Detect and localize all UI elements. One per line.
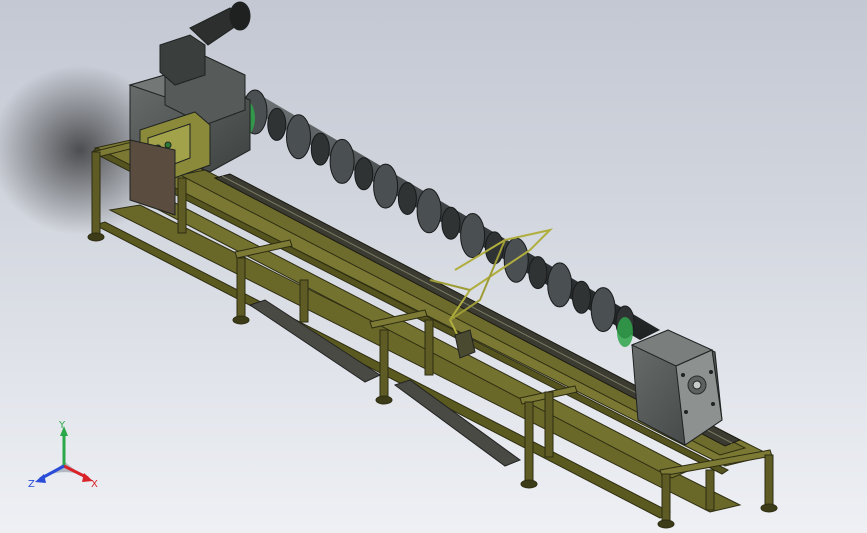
frame-leg-5 (379, 329, 389, 399)
foot-5 (657, 519, 675, 529)
crankshaft-web (286, 114, 311, 160)
crankshaft-web (329, 138, 355, 184)
crankshaft-web (310, 132, 330, 166)
crankshaft-web (547, 262, 573, 308)
frame-leg-9 (661, 473, 671, 523)
crankshaft-web (590, 287, 616, 333)
crankshaft-web (460, 213, 486, 258)
crankshaft-web (267, 107, 287, 141)
cad-graphics-viewport[interactable]: Y X Z (0, 0, 867, 533)
orientation-triad[interactable]: Y X Z (28, 420, 98, 490)
triad-y-label: Y (58, 420, 66, 431)
frame-leg-3 (236, 257, 246, 319)
triad-x-label: X (91, 479, 98, 490)
crankshaft-web (528, 256, 548, 290)
frame-leg-10 (764, 454, 774, 508)
frame-leg-6 (424, 319, 434, 376)
frame-leg-2 (177, 177, 187, 234)
cad-model-scene[interactable]: Y X Z (0, 0, 867, 533)
foot-1 (87, 232, 105, 242)
foot-2 (232, 315, 250, 325)
crankshaft-web (373, 163, 399, 209)
motor-end-cap (229, 1, 251, 31)
drive-motor (159, 34, 206, 86)
crankshaft-web (572, 280, 591, 314)
tailstock-bore-inner (692, 380, 702, 390)
crankshaft-web (354, 157, 374, 191)
foot-3 (375, 395, 393, 405)
crankshaft-web (441, 206, 461, 240)
foot-4 (520, 479, 538, 489)
panel-indicator-3[interactable] (164, 141, 172, 149)
tailstock-bolt-2 (709, 370, 713, 374)
frame-leg-4 (299, 279, 309, 323)
crankshaft-ring-right (617, 317, 633, 347)
tailstock-bolt-4 (711, 402, 715, 406)
foot-6 (760, 503, 778, 513)
crankshaft-web (416, 188, 442, 234)
frame-leg-7 (524, 401, 534, 485)
frame-leg-11 (705, 469, 715, 511)
tailstock-bolt-1 (681, 373, 685, 377)
frame-leg-8 (544, 391, 554, 458)
triad-z-label: Z (28, 479, 35, 490)
frame-leg-1 (91, 151, 101, 235)
frame-stringer-mid (138, 194, 692, 479)
tailstock-bolt-3 (684, 410, 688, 414)
crankshaft-web (397, 182, 417, 215)
